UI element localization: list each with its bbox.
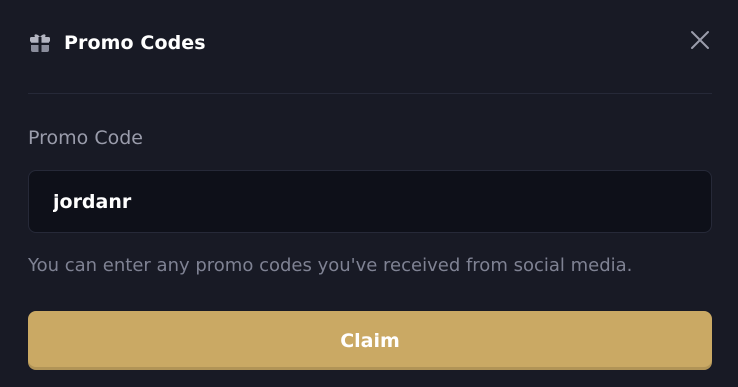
promo-code-input[interactable] <box>53 171 693 232</box>
close-icon[interactable] <box>689 29 711 51</box>
claim-button[interactable]: Claim <box>28 311 712 370</box>
promo-code-input-box[interactable] <box>28 170 712 233</box>
promo-code-hint: You can enter any promo codes you've rec… <box>28 255 633 276</box>
promo-codes-modal: Promo Codes Promo Code You can enter any… <box>0 0 738 387</box>
gift-icon <box>30 33 50 53</box>
modal-title: Promo Codes <box>64 32 206 54</box>
promo-code-label: Promo Code <box>28 127 143 149</box>
modal-header: Promo Codes <box>0 0 738 93</box>
header-divider <box>28 93 712 94</box>
